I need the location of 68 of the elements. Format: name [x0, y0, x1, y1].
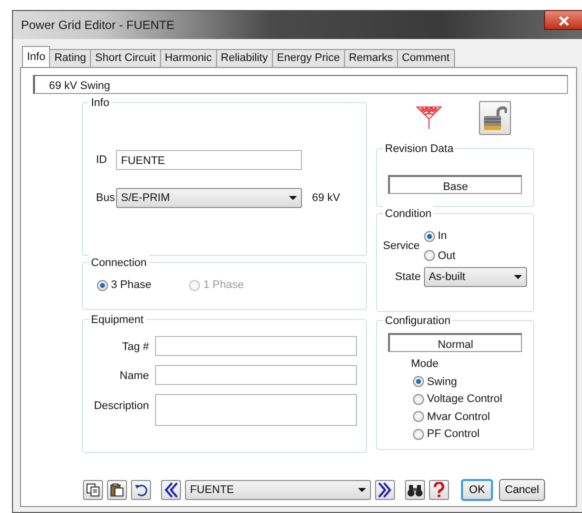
- caret-icon: [514, 275, 522, 279]
- binoculars-icon: [407, 483, 423, 497]
- close-icon: [559, 16, 569, 26]
- caret-icon: [358, 488, 366, 492]
- radio-label: In: [438, 229, 447, 244]
- caret-icon: [289, 196, 297, 200]
- tab[interactable]: Comment: [396, 49, 455, 67]
- text-field[interactable]: [155, 336, 357, 356]
- paste-button[interactable]: [107, 480, 127, 500]
- tab[interactable]: Reliability: [216, 49, 273, 67]
- close-button[interactable]: [544, 10, 582, 30]
- tab[interactable]: Short Circuit: [90, 49, 161, 67]
- field-label: Tag #: [121, 340, 149, 355]
- radio-label: Mvar Control: [427, 410, 490, 424]
- tab[interactable]: Remarks: [344, 49, 398, 67]
- copy-button[interactable]: [83, 480, 103, 500]
- state-dropdown[interactable]: As-built: [424, 267, 527, 287]
- revision-field: Base: [388, 175, 522, 194]
- previous-button[interactable]: [161, 480, 181, 500]
- mode-label: Mode: [411, 358, 439, 370]
- undo-button[interactable]: [131, 480, 151, 500]
- chevron-right-icon: [378, 482, 392, 498]
- tab[interactable]: Info: [22, 46, 50, 67]
- field-label: Name: [118, 369, 149, 384]
- lock-button[interactable]: [479, 101, 511, 135]
- dialog-button[interactable]: OK: [461, 479, 493, 501]
- radio-button[interactable]: [424, 230, 435, 242]
- undo-icon: [134, 483, 148, 497]
- group-title: Equipment: [89, 312, 146, 328]
- radio-label: PF Control: [427, 427, 480, 442]
- copy-icon: [86, 483, 100, 497]
- radio-button[interactable]: [413, 428, 424, 440]
- window-title: Power Grid Editor - FUENTE: [21, 17, 174, 34]
- next-button[interactable]: [375, 480, 395, 500]
- description-field[interactable]: [155, 394, 357, 426]
- text-field[interactable]: [155, 365, 357, 385]
- help-button[interactable]: [429, 480, 449, 500]
- radio-label: Swing: [427, 374, 457, 390]
- tab[interactable]: Energy Price: [272, 49, 345, 67]
- record-dropdown[interactable]: FUENTE: [185, 480, 371, 500]
- field-label: Service: [383, 238, 420, 254]
- id-field[interactable]: FUENTE: [116, 150, 302, 170]
- tab[interactable]: Rating: [49, 49, 92, 67]
- antenna-icon: [416, 106, 442, 130]
- radio-label: 3 Phase: [111, 278, 152, 293]
- chevron-left-icon: [164, 482, 178, 498]
- radio-button[interactable]: [413, 411, 424, 422]
- radio-button[interactable]: [413, 376, 424, 388]
- radio-label: 1 Phase: [203, 278, 244, 293]
- radio-label: Out: [438, 248, 456, 264]
- radio-button[interactable]: [413, 394, 424, 405]
- field-label: ID: [96, 152, 108, 168]
- bus-dropdown[interactable]: S/E-PRIM: [116, 188, 302, 208]
- radio-button[interactable]: [97, 280, 108, 291]
- configuration-field: Normal: [388, 333, 522, 352]
- status-field: 69 kV Swing: [33, 75, 568, 94]
- field-label: Description: [92, 399, 149, 414]
- clipboard-icon: [110, 483, 124, 497]
- field-label: State: [395, 270, 421, 285]
- padlock-icon: [483, 104, 507, 132]
- tab[interactable]: Harmonic: [160, 49, 217, 67]
- dialog-button[interactable]: Cancel: [499, 479, 545, 501]
- radio-label: Voltage Control: [427, 392, 502, 407]
- question-mark-icon: [433, 482, 445, 498]
- find-button[interactable]: [405, 480, 425, 500]
- voltage-text: 69 kV: [312, 190, 340, 206]
- radio-button[interactable]: [424, 250, 435, 262]
- group-title: Configuration: [383, 313, 452, 330]
